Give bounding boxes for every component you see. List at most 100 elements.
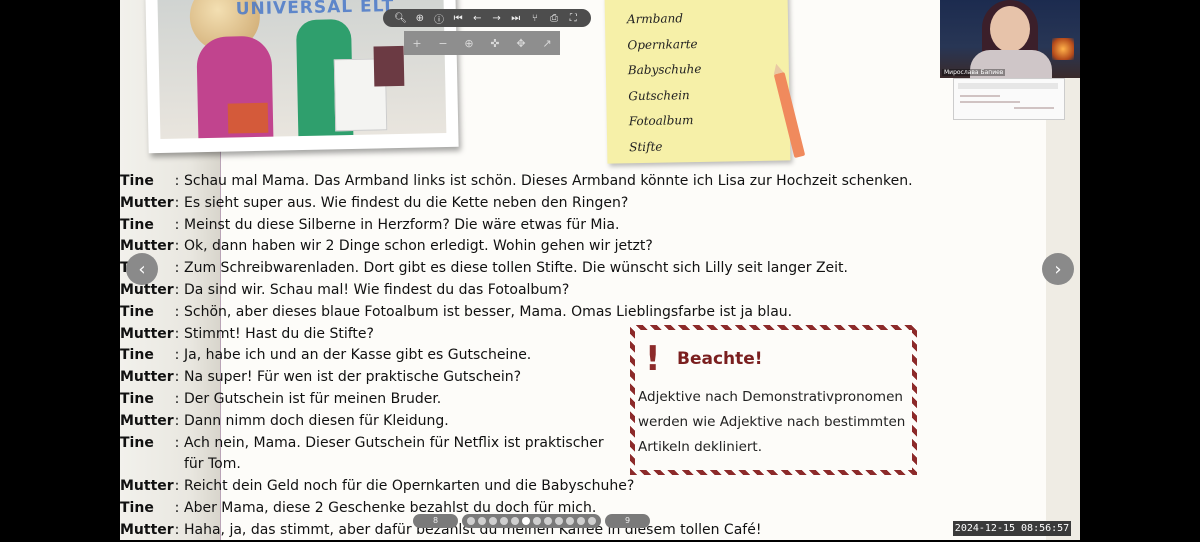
dialogue-line: Mutter: Da sind wir. Schau mal! Wie finde… [120,280,920,302]
print-icon[interactable]: ⎙ [547,13,561,24]
next-page-icon[interactable]: → [490,13,504,24]
page-dot[interactable] [533,517,541,525]
page-dot[interactable] [522,517,530,525]
screen-thumbnail[interactable] [953,78,1065,120]
fireplace [1052,38,1074,60]
dialogue-line: Mutter: Ok, dann haben wir 2 Dinge schon … [120,236,920,258]
line-text: Da sind wir. Schau mal! Wie findest du d… [184,281,570,298]
beachte-title: Beachte! [677,349,763,369]
thumbnail-bar [958,83,1058,89]
presenter-face [990,6,1030,52]
separator: : [174,281,180,298]
line-text: Reicht dein Geld noch für die Opernkarte… [184,478,635,495]
gift-item: Opernkarte [627,36,698,52]
separator: : [174,303,180,320]
gift-list: Armband Opernkarte Babyschuhe Gutschein … [605,0,791,161]
separator: : [174,347,180,364]
thumbnail-line [1014,107,1054,109]
speaker: Mutter [120,521,174,538]
publisher-logo: UNIVERSAL ELT [235,0,395,20]
beachte-box: ! Beachte! Adjektive nach Demonstrativpr… [630,325,917,475]
line-text: Schön, aber dieses blaue Fotoalbum ist b… [184,303,793,320]
speaker: Mutter [120,194,174,211]
separator: : [174,434,180,451]
separator: : [174,216,180,233]
zoom-out-icon[interactable]: 🔍︎ [394,13,408,24]
line-text: Ok, dann haben wir 2 Dinge schon erledig… [184,238,653,255]
dialogue-line: Mutter: Reicht dein Geld noch für die Ope… [120,476,920,498]
dialogue-line: Tine:Zum Schreibwarenladen. Dort gibt es… [120,258,920,280]
separator: : [174,194,180,211]
page-slider: 8 9 [413,513,650,529]
gift-item: Gutschein [628,87,690,103]
fullscreen-icon[interactable]: ⛶ [566,13,580,24]
separator: : [174,260,180,277]
speaker: Tine [120,303,154,320]
photo-bag-brown [373,45,405,87]
separator: : [174,173,180,189]
share-icon[interactable]: ⑂ [528,13,542,24]
page-dot[interactable] [467,517,475,525]
page-dot[interactable] [511,517,519,525]
recording-timestamp: 2024-12-15 08:56:57 [953,521,1071,536]
separator: : [174,478,180,495]
page-dot[interactable] [489,517,497,525]
page-dot[interactable] [544,517,552,525]
last-page-icon[interactable]: ⏭ [509,13,523,24]
magnify-icon[interactable]: ⊕ [464,37,473,50]
separator: : [174,369,180,386]
speaker: Tine [120,173,154,189]
chevron-right-icon: › [1054,258,1062,280]
zoom-toolbar: + − ⊕ ✜ ✥ ↗ [404,31,560,55]
speaker: Tine [120,216,154,233]
speaker: Tine [120,434,154,451]
speaker: Mutter [120,412,174,429]
gift-item: Armband [626,11,684,27]
zoom-in-icon[interactable]: ⊕ [413,13,427,24]
webcam-video: Мирослава Бапиев [940,0,1080,78]
first-page-icon[interactable]: ⏮ [451,13,465,24]
minus-icon[interactable]: − [438,37,447,50]
prev-page-arrow[interactable]: ‹ [126,253,158,285]
chevron-left-icon: ‹ [138,258,146,280]
page-dot[interactable] [588,517,596,525]
photo-bag-orange [227,102,269,134]
separator: : [174,412,180,429]
exclamation-icon: ! [645,339,661,379]
beachte-header: ! Beachte! [645,342,763,376]
gift-item: Stifte [629,139,663,154]
page-dots[interactable] [462,514,601,528]
separator: : [174,390,180,407]
beachte-text: Adjektive nach Demonstrativpronomen werd… [638,389,906,455]
gift-item: Fotoalbum [628,113,694,129]
page-dot[interactable] [478,517,486,525]
speaker: Tine [120,390,154,407]
speaker: Tine [120,347,154,364]
thumbnail-line [960,101,1020,103]
prev-page-number[interactable]: 8 [413,514,458,528]
separator: : [174,238,180,255]
info-icon[interactable]: ⓘ [432,11,446,26]
dialogue-line: Tine: Meinst du diese Silberne in Herzfor… [120,215,920,237]
line-text: Schau mal Mama. Das Armband links ist sc… [184,173,913,189]
dialogue-line: Tine: Schau mal Mama. Das Armband links i… [120,171,920,193]
next-page-arrow[interactable]: › [1042,253,1074,285]
line-text: Ach nein, Mama. Dieser Gutschein für Net… [184,434,604,473]
gift-item: Babyschuhe [627,61,702,78]
page-dot[interactable] [566,517,574,525]
viewer-toolbar: 🔍︎ ⊕ ⓘ ⏮ ← → ⏭ ⑂ ⎙ ⛶ [383,9,591,27]
pan-icon[interactable]: ✜ [490,37,499,50]
presenter-name: Мирослава Бапиев [942,69,1006,76]
page-dot[interactable] [500,517,508,525]
page-dot[interactable] [555,517,563,525]
separator: : [174,521,180,538]
page-dot[interactable] [577,517,585,525]
move-icon[interactable]: ✥ [516,37,525,50]
next-page-number[interactable]: 9 [605,514,650,528]
line-text: Zum Schreibwarenladen. Dort gibt es dies… [184,260,848,277]
select-icon[interactable]: ↗ [542,37,551,50]
prev-page-icon[interactable]: ← [470,13,484,24]
speaker: Mutter [120,478,174,495]
line-text: Meinst du diese Silberne in Herzform? Di… [184,216,620,233]
plus-icon[interactable]: + [412,37,421,50]
